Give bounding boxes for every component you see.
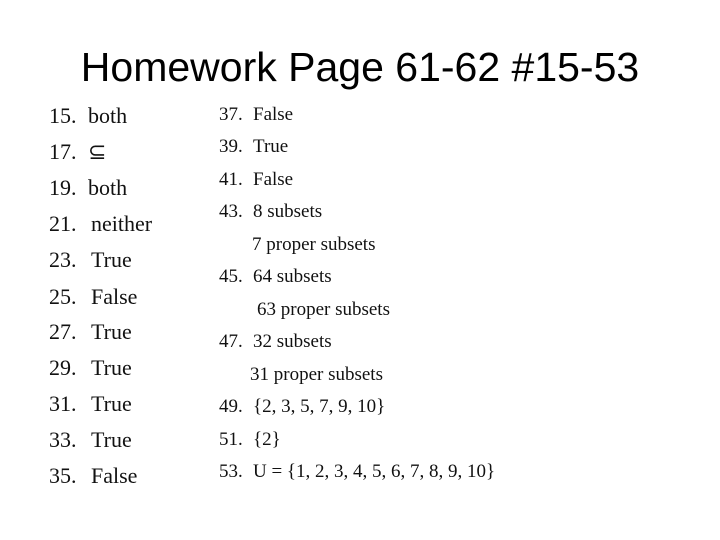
problem-number: 37. bbox=[219, 104, 243, 125]
answer-item: 41. False bbox=[219, 169, 293, 191]
answer-text: {2} bbox=[253, 429, 281, 450]
problem-number: 49. bbox=[219, 396, 243, 417]
problem-number: 25. bbox=[49, 284, 77, 309]
answer-text: neither bbox=[91, 211, 153, 236]
answer-item: 35. False bbox=[49, 463, 137, 489]
answer-item: 23. True bbox=[49, 247, 132, 273]
answer-item: 15. both bbox=[49, 103, 127, 129]
problem-number: 17. bbox=[49, 139, 77, 164]
problem-number: 27. bbox=[49, 319, 77, 344]
answer-item: 45. 64 subsets bbox=[219, 266, 332, 288]
answer-item: 39. True bbox=[219, 136, 288, 158]
answer-item: 19. both bbox=[49, 175, 127, 201]
answer-item: 17. ⊆ bbox=[49, 139, 106, 165]
page-title: Homework Page 61-62 #15-53 bbox=[80, 44, 640, 90]
answer-text: True bbox=[91, 319, 132, 344]
answer-text: 8 subsets bbox=[253, 201, 323, 222]
answer-text: both bbox=[88, 175, 128, 200]
answer-text: 32 subsets bbox=[253, 331, 332, 352]
answer-text: both bbox=[88, 103, 128, 128]
answer-item: 37. False bbox=[219, 104, 293, 126]
answer-text: True bbox=[91, 427, 132, 452]
answer-text: False bbox=[91, 463, 138, 488]
answer-item: 31. True bbox=[49, 391, 132, 417]
answer-item: 53. U = {1, 2, 3, 4, 5, 6, 7, 8, 9, 10} bbox=[219, 461, 495, 483]
problem-number: 23. bbox=[49, 247, 77, 272]
problem-number: 21. bbox=[49, 211, 77, 236]
problem-number: 19. bbox=[49, 175, 77, 200]
problem-number: 45. bbox=[219, 266, 243, 287]
answer-item: 21. neither bbox=[49, 211, 152, 237]
answer-item: 29. True bbox=[49, 355, 132, 381]
problem-number: 31. bbox=[49, 391, 77, 416]
answer-text: False bbox=[253, 104, 294, 125]
problem-number: 15. bbox=[49, 103, 77, 128]
answer-item-continued: 31 proper subsets bbox=[250, 364, 383, 386]
answer-text: False bbox=[91, 284, 138, 309]
answer-text: U = {1, 2, 3, 4, 5, 6, 7, 8, 9, 10} bbox=[253, 461, 496, 482]
problem-number: 41. bbox=[219, 169, 243, 190]
answer-text: 7 proper subsets bbox=[252, 234, 376, 255]
answer-text: 31 proper subsets bbox=[250, 364, 383, 385]
answer-item: 47. 32 subsets bbox=[219, 331, 332, 353]
answer-item: 43. 8 subsets bbox=[219, 201, 322, 223]
problem-number: 51. bbox=[219, 429, 243, 450]
answer-text: ⊆ bbox=[88, 139, 107, 164]
problem-number: 35. bbox=[49, 463, 77, 488]
answer-item-continued: 63 proper subsets bbox=[257, 299, 390, 321]
answer-item: 27. True bbox=[49, 319, 132, 345]
answer-text: True bbox=[91, 355, 132, 380]
answer-text: 64 subsets bbox=[253, 266, 332, 287]
answer-text: 63 proper subsets bbox=[257, 299, 390, 320]
problem-number: 29. bbox=[49, 355, 77, 380]
problem-number: 33. bbox=[49, 427, 77, 452]
answer-text: True bbox=[253, 136, 289, 157]
answer-text: True bbox=[91, 247, 132, 272]
answer-text: True bbox=[91, 391, 132, 416]
problem-number: 39. bbox=[219, 136, 243, 157]
answer-item: 33. True bbox=[49, 427, 132, 453]
answer-item-continued: 7 proper subsets bbox=[252, 234, 375, 256]
answer-item: 49. {2, 3, 5, 7, 9, 10} bbox=[219, 396, 385, 418]
answer-item: 25. False bbox=[49, 284, 137, 310]
answer-item: 51. {2} bbox=[219, 429, 281, 451]
problem-number: 53. bbox=[219, 461, 243, 482]
problem-number: 43. bbox=[219, 201, 243, 222]
answer-text: False bbox=[253, 169, 294, 190]
problem-number: 47. bbox=[219, 331, 243, 352]
answer-text: {2, 3, 5, 7, 9, 10} bbox=[253, 396, 386, 417]
